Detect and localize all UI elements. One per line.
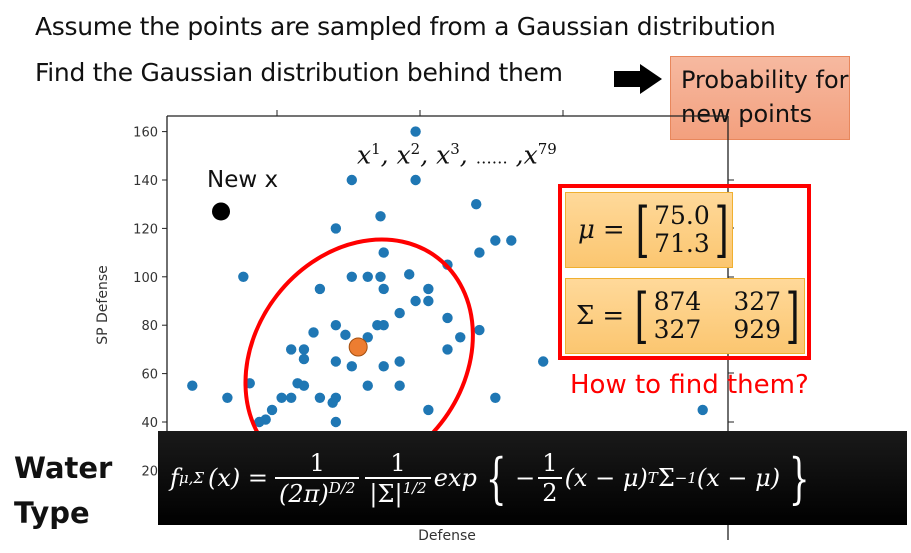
data-point — [490, 392, 501, 403]
data-point — [285, 392, 297, 403]
y-tick-label: 120 — [133, 222, 158, 237]
data-point — [330, 392, 342, 403]
data-point — [455, 332, 466, 343]
data-point — [378, 361, 389, 372]
y-tick-label: 40 — [141, 416, 158, 431]
y-tick-label: 80 — [141, 319, 158, 334]
how-to-find-text: How to find them? — [570, 370, 809, 400]
data-point — [298, 353, 310, 365]
data-point — [474, 247, 485, 258]
data-point — [378, 320, 389, 331]
y-tick-label: 160 — [133, 126, 158, 141]
data-point — [378, 247, 389, 258]
data-point — [346, 174, 357, 186]
y-tick-label: 140 — [133, 174, 158, 189]
y-tick-label: 60 — [141, 368, 158, 383]
data-point — [410, 295, 421, 307]
mean-point — [348, 337, 368, 357]
data-point — [394, 380, 405, 391]
data-point — [308, 327, 319, 338]
y-tick-label: 100 — [133, 271, 158, 286]
mean-value: 71.3 — [654, 229, 710, 258]
data-point — [375, 211, 386, 222]
data-point — [238, 271, 249, 282]
cov-value: 327 — [653, 315, 702, 344]
data-point — [346, 361, 357, 372]
data-point — [490, 235, 501, 246]
equals-sign: = — [602, 215, 625, 245]
data-point — [375, 271, 386, 282]
water-type-line-2: Type — [14, 496, 90, 530]
data-point — [330, 223, 342, 234]
cov-value: 929 — [733, 315, 782, 344]
mean-vector-box: μ = [ 75.0 71.3 ] — [565, 192, 733, 268]
data-point — [266, 404, 278, 416]
x-axis-title: Defense — [418, 528, 476, 544]
y-tick-label: 20 — [141, 464, 158, 479]
y-axis-title: SP Defense — [95, 265, 111, 345]
data-point — [314, 283, 326, 295]
sample-series-label: x1, x2, x3, …… ,x79 — [357, 140, 557, 170]
new-point — [212, 202, 231, 221]
mean-vector: 75.0 71.3 — [654, 202, 710, 258]
data-point — [410, 126, 421, 137]
data-point — [330, 320, 342, 331]
fraction-half: 1 2 — [538, 449, 562, 507]
data-point — [362, 271, 373, 282]
data-point — [222, 392, 233, 403]
data-point — [330, 416, 342, 428]
data-point — [340, 329, 351, 341]
data-point — [298, 344, 310, 355]
data-point — [423, 283, 434, 295]
water-type-label: Water Type — [14, 446, 112, 536]
data-point — [394, 307, 405, 319]
data-point — [362, 380, 373, 391]
data-point — [378, 283, 389, 295]
data-point — [442, 344, 453, 355]
data-point — [394, 356, 405, 367]
data-point — [404, 269, 415, 280]
data-point — [423, 404, 434, 416]
data-point — [298, 380, 310, 391]
data-point — [346, 271, 357, 282]
data-point — [538, 356, 549, 367]
fraction-determinant: 1 |Σ|1/2 — [365, 449, 431, 508]
data-point — [697, 404, 708, 416]
data-point — [423, 295, 434, 307]
data-point — [442, 312, 453, 324]
mean-value: 75.0 — [654, 201, 710, 230]
mu-symbol: μ — [578, 215, 595, 245]
data-point — [285, 344, 297, 355]
data-point — [506, 235, 517, 246]
data-point — [410, 174, 421, 186]
cov-value: 327 — [733, 287, 782, 316]
sigma-symbol: Σ — [576, 301, 595, 331]
data-point — [276, 392, 287, 403]
water-type-line-1: Water — [14, 451, 113, 485]
covariance-matrix-box: Σ = [ 874 327 327 929 ] — [565, 278, 805, 354]
data-point — [471, 199, 482, 210]
data-point — [330, 356, 342, 367]
covariance-matrix: 874 327 327 929 — [654, 288, 781, 344]
data-point — [187, 380, 198, 391]
new-x-label: New x — [207, 167, 279, 193]
data-point — [314, 392, 326, 403]
gaussian-pdf-formula: f μ,Σ (x) = 1 (2π)D/2 1 |Σ|1/2 exp { − 1 … — [158, 431, 907, 525]
cov-value: 874 — [653, 287, 702, 316]
fraction-normalizer: 1 (2π)D/2 — [275, 449, 360, 508]
equals-sign: = — [602, 301, 625, 331]
data-point — [474, 324, 485, 336]
